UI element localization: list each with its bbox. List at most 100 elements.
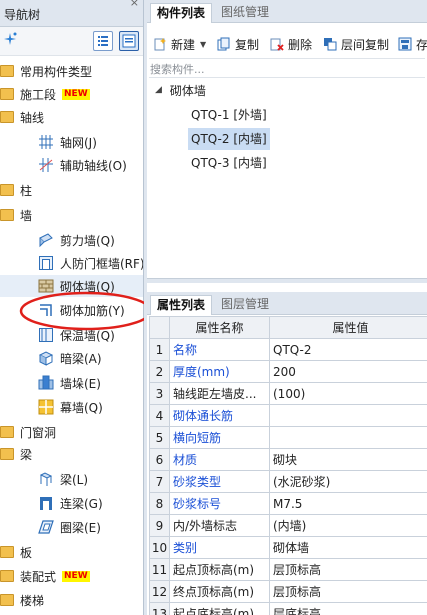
- row-number: 5: [149, 426, 170, 449]
- beam-icon: [38, 471, 54, 487]
- component-search-input[interactable]: 搜索构件...: [149, 58, 425, 78]
- save-icon: [398, 37, 412, 51]
- new-button[interactable]: 新建 ▼: [153, 33, 206, 55]
- component-group-row[interactable]: ◢ 砌体墙: [155, 80, 206, 100]
- tree-item-door-window-opening[interactable]: 门窗洞: [0, 421, 143, 443]
- row-number: 12: [149, 580, 170, 603]
- tree-item-column[interactable]: 柱: [0, 179, 143, 201]
- list-view-icon[interactable]: [93, 31, 113, 51]
- save-button[interactable]: 存: [398, 33, 427, 55]
- table-row[interactable]: 12 终点顶标高(m) 层顶标高: [149, 580, 427, 603]
- folder-icon: [0, 570, 14, 582]
- component-item-qtq-1[interactable]: QTQ-1 [外墙]: [188, 104, 270, 126]
- property-value[interactable]: 层顶标高: [269, 580, 427, 603]
- collapse-triangle-icon[interactable]: ◢: [155, 85, 162, 95]
- tree-item-common-types[interactable]: 常用构件类型: [0, 60, 143, 82]
- component-item-qtq-2-selected[interactable]: QTQ-2 [内墙]: [188, 128, 270, 150]
- property-name: 类别: [169, 536, 270, 559]
- tree-item-label: 轴线: [20, 110, 45, 125]
- table-row[interactable]: 3 轴线距左墙皮... (100): [149, 382, 427, 405]
- grid-icon: [38, 134, 54, 150]
- table-row[interactable]: 11 起点顶标高(m) 层顶标高: [149, 558, 427, 581]
- tree-item-label: 暗梁(A): [60, 351, 102, 366]
- tree-item-axis[interactable]: 轴线: [0, 106, 143, 128]
- tree-item-wall-pier[interactable]: 墙垛(E): [0, 372, 143, 394]
- property-value[interactable]: 层顶标高: [269, 558, 427, 581]
- tree-item-label: 墙: [20, 208, 33, 223]
- table-row[interactable]: 1 名称 QTQ-2: [149, 338, 427, 361]
- property-tab-bar: 属性列表 图层管理: [147, 292, 427, 315]
- tree-item-hidden-beam[interactable]: 暗梁(A): [0, 347, 143, 369]
- detail-view-icon[interactable]: [119, 31, 139, 51]
- tree-item-stairs[interactable]: 楼梯: [0, 589, 143, 611]
- tree-item-slab[interactable]: 板: [0, 541, 143, 563]
- table-row[interactable]: 9 内/外墙标志 (内墙): [149, 514, 427, 537]
- tree-item-label: 轴网(J): [60, 135, 97, 150]
- sparkle-icon[interactable]: [3, 32, 17, 46]
- component-item-qtq-3[interactable]: QTQ-3 [内墙]: [188, 152, 270, 174]
- floor-copy-icon: [323, 37, 337, 51]
- property-value[interactable]: 层底标高: [269, 602, 427, 615]
- property-name: 起点顶标高(m): [169, 558, 270, 581]
- tree-item-beam-group[interactable]: 梁: [0, 443, 143, 465]
- tab-drawing-management[interactable]: 图纸管理: [215, 3, 275, 22]
- row-number: 6: [149, 448, 170, 471]
- tree-item-wall[interactable]: 墙: [0, 204, 143, 226]
- property-value[interactable]: (100): [269, 382, 427, 405]
- tree-item-aux-axis[interactable]: 辅助轴线(O): [0, 154, 143, 176]
- table-row[interactable]: 10 类别 砌体墙: [149, 536, 427, 559]
- floor-copy-button[interactable]: 层间复制: [323, 33, 389, 55]
- tree-item-link-beam[interactable]: 连梁(G): [0, 492, 143, 514]
- tree-item-prefabricated[interactable]: 装配式 NEW: [0, 565, 143, 587]
- folder-icon: [0, 546, 14, 558]
- property-name: 名称: [169, 338, 270, 361]
- tree-item-curtain-wall[interactable]: 幕墙(Q): [0, 396, 143, 418]
- table-row[interactable]: 7 砂浆类型 (水泥砂浆): [149, 470, 427, 493]
- property-name: 终点顶标高(m): [169, 580, 270, 603]
- tab-property-list[interactable]: 属性列表: [150, 295, 213, 315]
- tab-layer-management[interactable]: 图层管理: [215, 295, 275, 314]
- tree-item-civil-defense-door-frame-wall[interactable]: 人防门框墙(RF): [0, 252, 143, 274]
- tree-item-ring-beam[interactable]: 圈梁(E): [0, 516, 143, 538]
- property-value[interactable]: M7.5: [269, 492, 427, 515]
- table-row[interactable]: 6 材质 砌块: [149, 448, 427, 471]
- property-value[interactable]: QTQ-2: [269, 338, 427, 361]
- tree-item-axis-grid[interactable]: 轴网(J): [0, 131, 143, 153]
- tab-component-list[interactable]: 构件列表: [150, 3, 213, 23]
- tree-item-beam[interactable]: 梁(L): [0, 468, 143, 490]
- tree-item-construction-segment[interactable]: 施工段 NEW: [0, 83, 143, 105]
- property-value[interactable]: (内墙): [269, 514, 427, 537]
- tree-item-label: 施工段: [20, 87, 57, 102]
- property-name: 横向短筋: [169, 426, 270, 449]
- delete-button[interactable]: 删除: [270, 33, 312, 55]
- table-row[interactable]: 5 横向短筋: [149, 426, 427, 449]
- nav-toolbar: [0, 27, 143, 56]
- tree-item-label: 楼梯: [20, 593, 45, 608]
- table-row[interactable]: 8 砂浆标号 M7.5: [149, 492, 427, 515]
- property-value[interactable]: [269, 404, 427, 427]
- copy-button[interactable]: 复制: [217, 33, 259, 55]
- dropdown-arrow-icon[interactable]: ▼: [200, 40, 206, 49]
- close-icon[interactable]: ×: [130, 0, 139, 9]
- table-row[interactable]: 13 起点底标高(m) 层底标高: [149, 602, 427, 615]
- tree-item-label: 幕墙(Q): [60, 400, 103, 415]
- folder-icon: [0, 426, 14, 438]
- property-value[interactable]: 200: [269, 360, 427, 383]
- property-value[interactable]: 砌块: [269, 448, 427, 471]
- row-number: 9: [149, 514, 170, 537]
- folder-icon: [0, 111, 14, 123]
- component-item-label: QTQ-3 [内墙]: [191, 156, 267, 170]
- tree-item-label: 连梁(G): [60, 496, 103, 511]
- property-value[interactable]: (水泥砂浆): [269, 470, 427, 493]
- folder-icon: [0, 448, 14, 460]
- property-value[interactable]: 砌体墙: [269, 536, 427, 559]
- tree-item-label: 柱: [20, 183, 33, 198]
- table-row[interactable]: 4 砌体通长筋: [149, 404, 427, 427]
- property-value[interactable]: [269, 426, 427, 449]
- new-badge: NEW: [62, 570, 90, 582]
- highlight-circle-annotation: [19, 291, 153, 331]
- table-row[interactable]: 2 厚度(mm) 200: [149, 360, 427, 383]
- ring-beam-icon: [38, 519, 54, 535]
- tree-item-shear-wall[interactable]: 剪力墙(Q): [0, 229, 143, 251]
- property-name: 砌体通长筋: [169, 404, 270, 427]
